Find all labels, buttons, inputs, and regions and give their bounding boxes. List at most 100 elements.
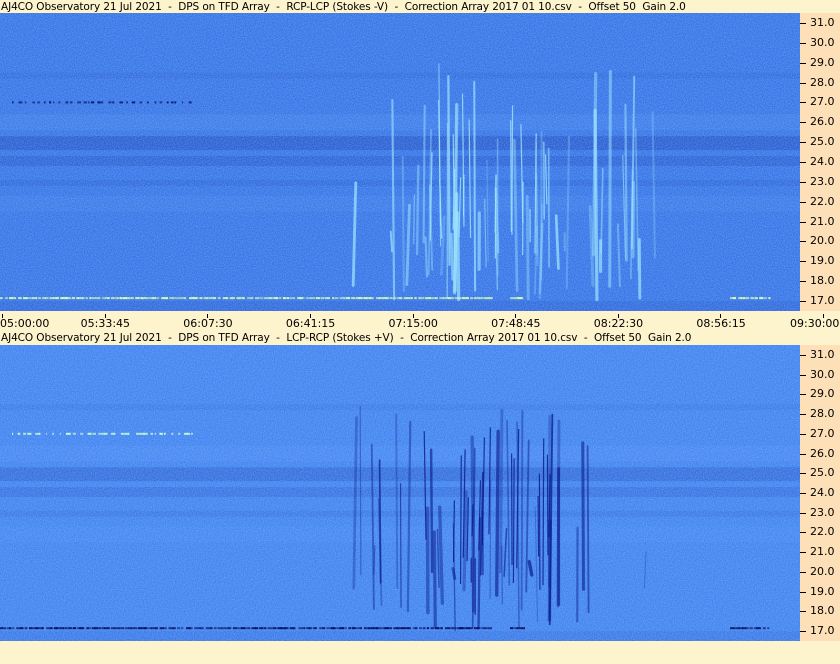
y-tick-label: 22.0 <box>810 194 835 208</box>
interference-dash <box>126 101 128 104</box>
y-tick <box>800 22 806 24</box>
interference-dash <box>89 297 92 300</box>
interference-dash <box>119 297 123 300</box>
interference-dash <box>384 627 390 630</box>
interference-dash <box>309 627 312 630</box>
interference-dash <box>87 432 92 435</box>
interference-dash <box>96 627 102 630</box>
interference-dash <box>227 627 232 630</box>
burst-streak <box>494 175 497 259</box>
interference-dash <box>312 297 316 300</box>
interference-dash <box>17 432 21 435</box>
interference-dash <box>293 627 296 630</box>
interference-dash <box>375 627 379 630</box>
interference-dash <box>108 101 112 104</box>
interference-dash <box>199 297 203 300</box>
interference-dash <box>196 297 199 300</box>
interference-dash <box>13 297 17 300</box>
burst-streak <box>422 104 426 244</box>
spectrogram-canvas <box>0 13 800 311</box>
interference-dash <box>332 297 335 300</box>
burst-streak <box>452 103 459 295</box>
y-tick <box>800 42 806 44</box>
burst-streak <box>538 473 541 590</box>
interference-dash <box>55 297 60 300</box>
interference-dash <box>91 297 97 300</box>
interference-dash <box>326 627 331 630</box>
interference-dash <box>170 101 174 104</box>
interference-dash <box>762 627 766 630</box>
interference-dash <box>23 432 26 435</box>
interference-dash <box>89 627 92 630</box>
interference-dash <box>107 297 110 300</box>
interference-dash <box>758 627 761 630</box>
interference-dash <box>176 297 182 300</box>
interference-dash <box>9 627 12 630</box>
interference-dash <box>107 627 111 630</box>
interference-dash <box>431 297 436 300</box>
interference-dash <box>205 297 209 300</box>
burst-streak <box>525 194 530 301</box>
burst-streak <box>581 441 586 591</box>
x-tick-label: 05:33:45 <box>80 317 131 330</box>
interference-dash <box>732 297 736 300</box>
interference-dash <box>159 432 163 435</box>
burst-streak <box>424 236 429 278</box>
y-tick-label: 17.0 <box>810 294 835 308</box>
burst-streak <box>450 232 454 281</box>
y-tick-label: 27.0 <box>810 95 835 109</box>
interference-dash <box>182 101 184 104</box>
x-tick-label: 08:56:15 <box>696 317 746 330</box>
interference-dash <box>52 432 54 435</box>
interference-dash <box>321 627 326 630</box>
interference-dash <box>232 627 238 630</box>
interference-dash <box>367 627 371 630</box>
interference-dash <box>133 627 138 630</box>
interference-dash <box>301 297 305 300</box>
interference-dash <box>184 432 188 435</box>
interference-dash <box>50 627 53 630</box>
y-tick-label: 20.0 <box>810 564 835 578</box>
interference-dash <box>359 627 363 630</box>
y-tick <box>800 221 806 223</box>
y-tick <box>800 532 806 534</box>
burst-streak <box>512 458 515 583</box>
interference-dash <box>483 297 489 300</box>
interference-dash <box>320 297 324 300</box>
interference-dash <box>209 627 213 630</box>
interference-dash <box>254 297 260 300</box>
y-tick-label: 21.0 <box>810 545 835 559</box>
burst-streak <box>489 479 492 600</box>
interference-dash <box>410 297 413 300</box>
burst-streak <box>359 405 362 576</box>
interference-dash <box>371 297 374 300</box>
bottom-frequency-axis: 31.0 30.0 29.0 28.0 27.0 26.0 25.0 24.0 23.0 22.0… <box>800 345 840 641</box>
burst-streak <box>456 211 461 302</box>
interference-dash <box>174 101 177 104</box>
interference-dash <box>188 101 192 104</box>
interference-dash <box>267 627 272 630</box>
interference-dash <box>378 297 384 300</box>
interference-dash <box>341 627 345 630</box>
time-axis: 05:00:00 05:33:45 06:07:30 06:41:15 07:15:00… <box>0 314 840 331</box>
interference-dash <box>4 297 9 300</box>
interference-dash <box>736 627 740 630</box>
burst-streak <box>520 409 524 611</box>
y-tick-label: 29.0 <box>810 387 835 401</box>
interference-dash <box>159 101 163 104</box>
interference-dash <box>142 297 147 300</box>
burst-streak <box>510 120 512 232</box>
y-tick-label: 30.0 <box>810 367 835 381</box>
interference-dash <box>154 101 157 104</box>
interference-dash <box>168 627 174 630</box>
y-tick-label: 28.0 <box>810 75 835 89</box>
interference-dash <box>739 297 743 300</box>
interference-dash <box>150 432 154 435</box>
y-tick <box>800 552 806 554</box>
interference-dash <box>82 627 85 630</box>
interference-dash <box>292 297 295 300</box>
y-tick <box>800 201 806 203</box>
interference-dash <box>53 101 55 104</box>
burst-streak <box>401 156 405 293</box>
interference-dash <box>355 627 360 630</box>
